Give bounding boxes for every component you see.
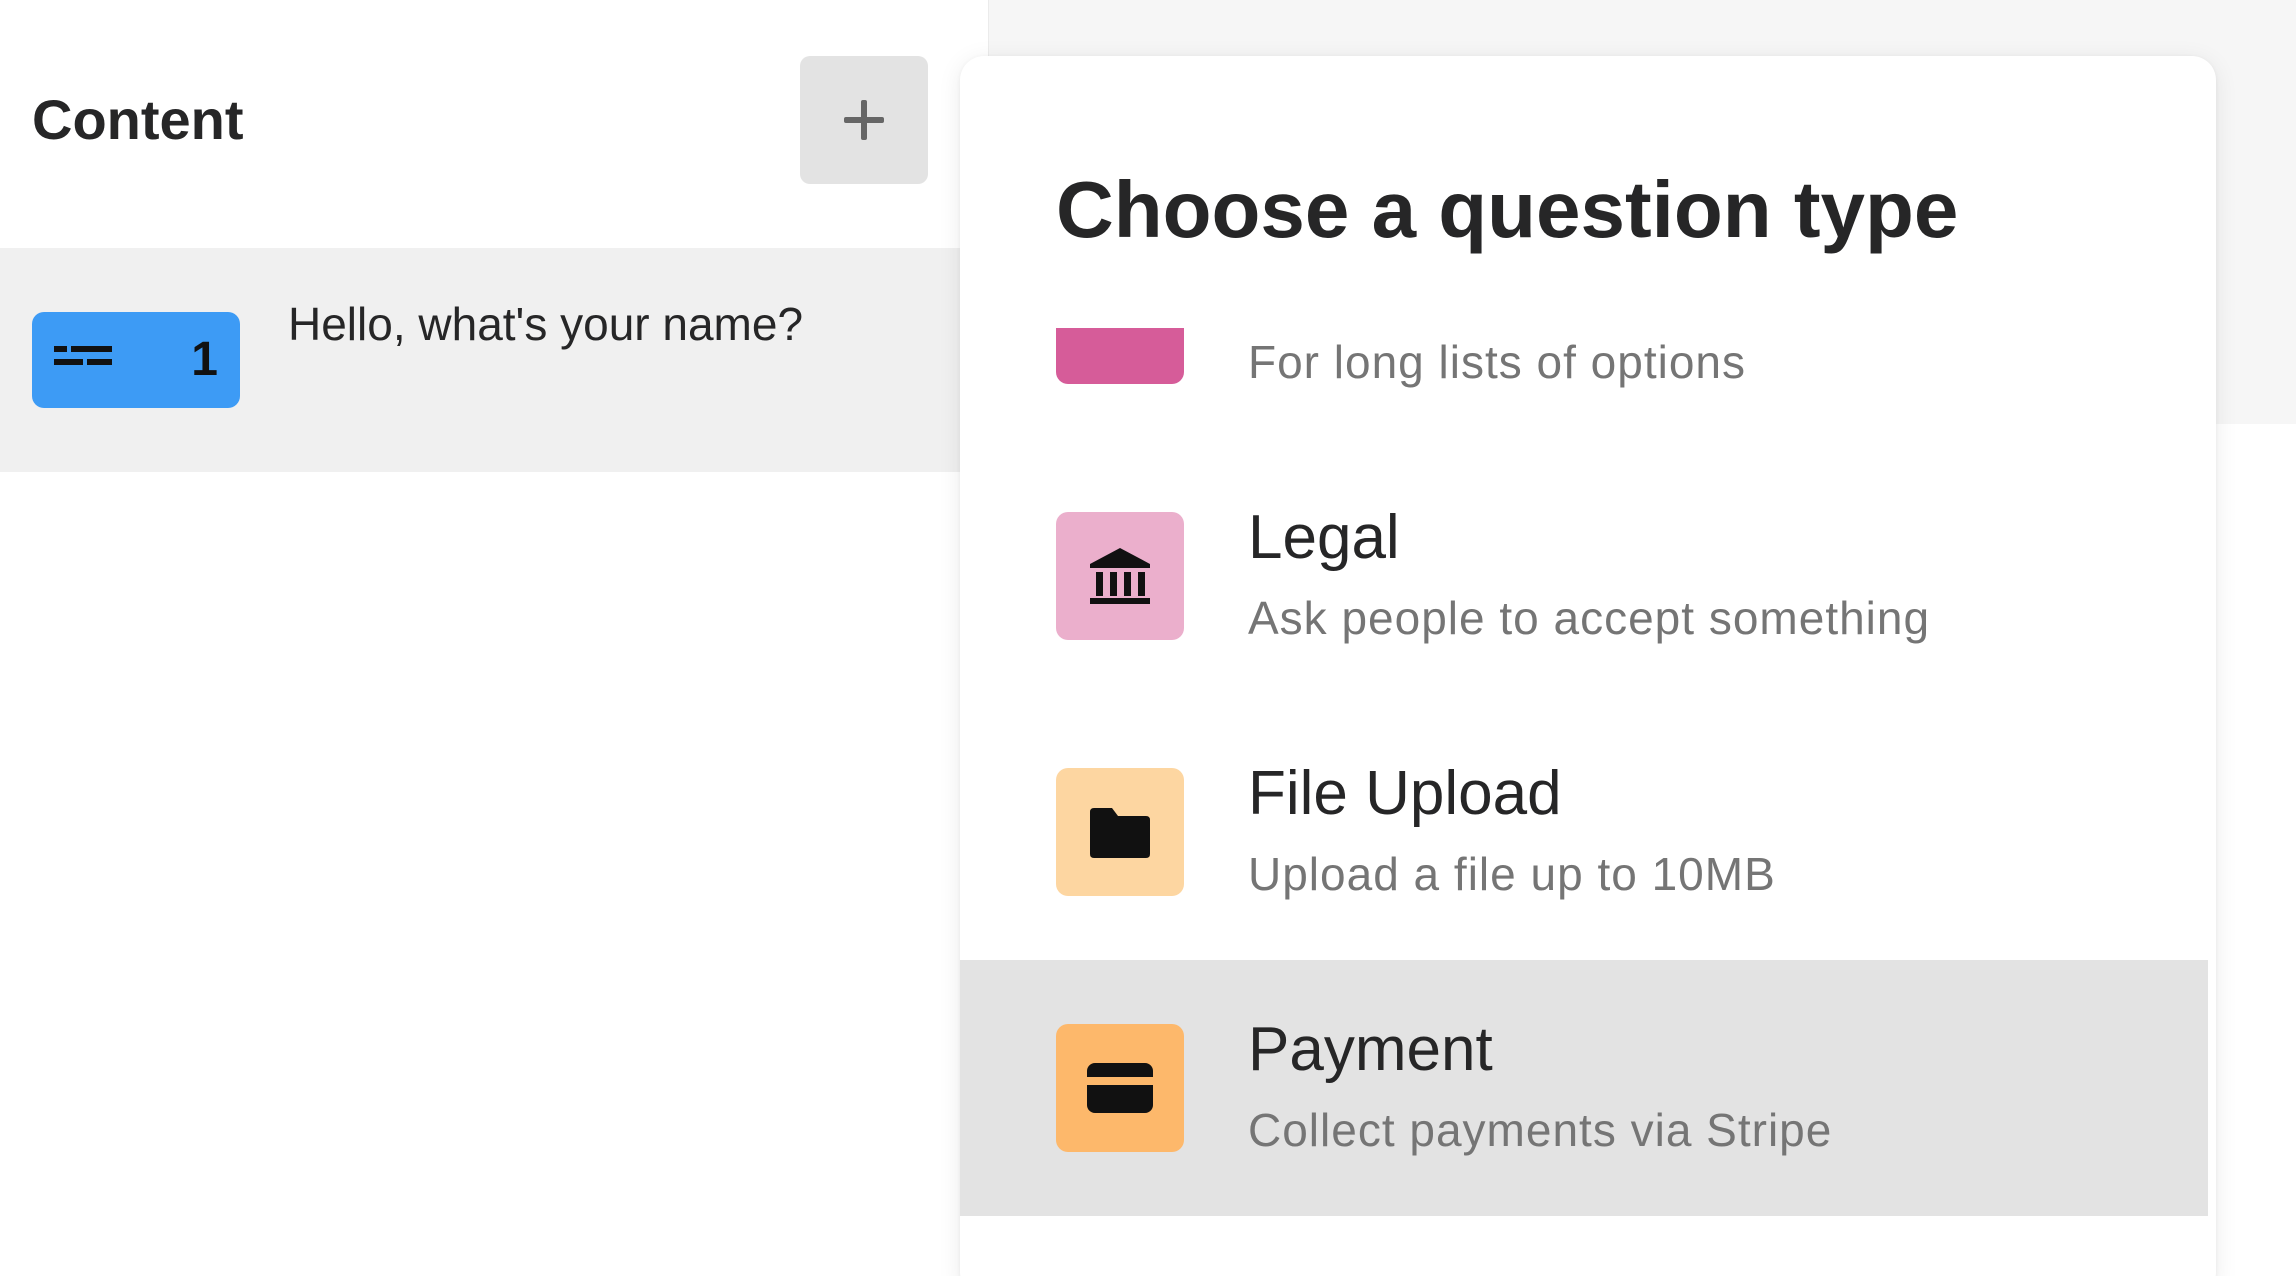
question-type-menu: Choose a question type For long lists of… <box>960 56 2216 1276</box>
option-description: Collect payments via Stripe <box>1248 1104 1833 1156</box>
question-text: Hello, what's your name? <box>288 298 804 350</box>
option-description: Upload a file up to 10MB <box>1248 848 1776 900</box>
option-payment[interactable]: Payment Collect payments via Stripe <box>960 960 2208 1216</box>
option-description: For long lists of options <box>1248 336 1747 388</box>
option-label: Legal <box>1248 503 1400 572</box>
form-builder: Content 1 Hello, what's your name? Choos… <box>0 0 2296 1276</box>
credit-card-icon <box>1056 1024 1184 1152</box>
add-question-button[interactable] <box>800 56 928 184</box>
option-label: Payment <box>1248 1015 1493 1084</box>
dropdown-icon <box>1056 328 1184 384</box>
menu-title: Choose a question type <box>1056 165 1959 254</box>
question-number: 1 <box>191 333 218 386</box>
option-legal[interactable]: Legal Ask people to accept something <box>960 448 2208 704</box>
bank-icon <box>1056 512 1184 640</box>
question-type-list[interactable]: For long lists of options Legal Ask peop… <box>960 328 2216 1276</box>
option-dropdown[interactable]: For long lists of options <box>960 328 2208 448</box>
option-description: Ask people to accept something <box>1248 592 1931 644</box>
short-text-icon <box>54 346 112 365</box>
content-sidebar: Content 1 Hello, what's your name? <box>0 0 988 1276</box>
question-badge: 1 <box>32 312 240 408</box>
option-label: File Upload <box>1248 759 1562 828</box>
plus-icon <box>844 100 884 140</box>
sidebar-title: Content <box>32 88 244 151</box>
folder-icon <box>1056 768 1184 896</box>
question-item[interactable]: 1 Hello, what's your name? <box>0 248 960 472</box>
option-file-upload[interactable]: File Upload Upload a file up to 10MB <box>960 704 2208 960</box>
